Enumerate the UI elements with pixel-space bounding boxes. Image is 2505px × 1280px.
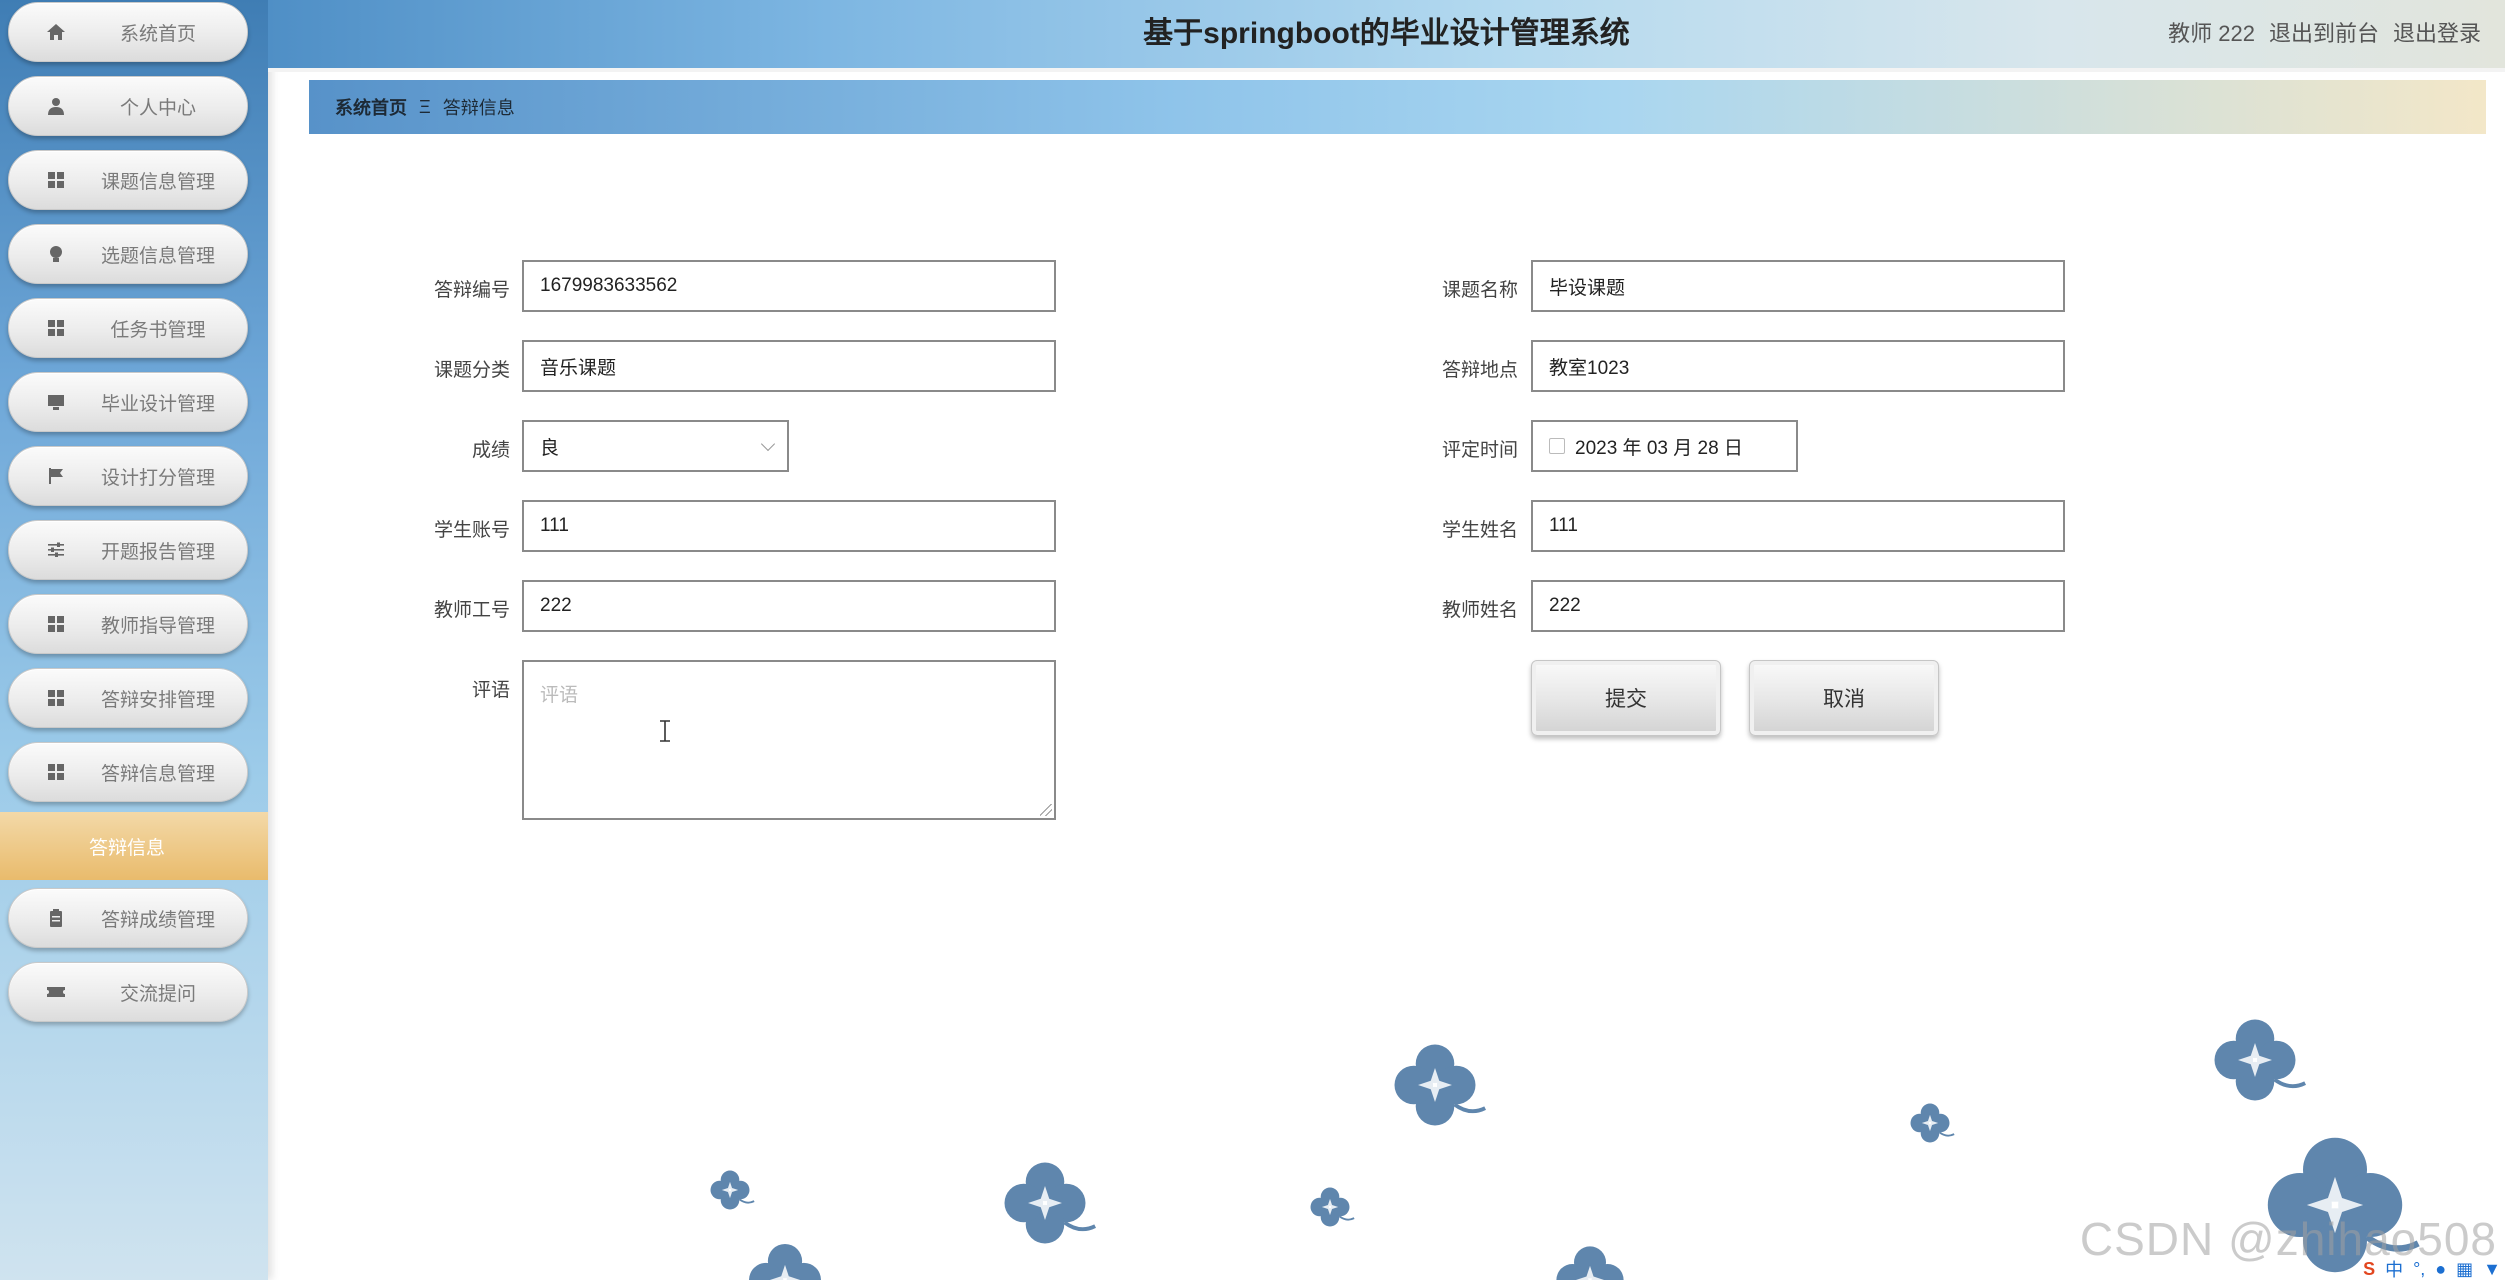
logout-link[interactable]: 退出登录 <box>2393 0 2481 68</box>
flag-icon <box>45 465 67 487</box>
grid-icon <box>45 613 67 635</box>
clover-decoration-icon <box>709 1169 756 1211</box>
defense-place-label: 答辩地点 <box>1441 360 1518 381</box>
sidebar-item-label: 毕业设计管理 <box>100 393 215 415</box>
student-account-input[interactable]: 111 <box>522 500 1056 552</box>
text-cursor-icon <box>660 720 670 742</box>
grade-select[interactable]: 良 <box>522 420 789 472</box>
student-name-input[interactable]: 111 <box>1531 500 2065 552</box>
ime-language: 中 <box>2385 1260 2404 1280</box>
breadcrumb: 系统首页 Ξ 答辩信息 <box>309 80 2486 134</box>
ticket-icon <box>45 981 67 1003</box>
clover-decoration-icon <box>1309 1186 1356 1228</box>
sidebar-item-design-scoring[interactable]: 设计打分管理 <box>8 446 248 506</box>
sidebar-item-label: 答辩信息管理 <box>100 763 215 785</box>
submit-button[interactable]: 提交 <box>1531 660 1721 736</box>
sidebar-item-defense-info-management[interactable]: 答辩信息管理 <box>8 742 248 802</box>
back-to-front-link[interactable]: 退出到前台 <box>2269 0 2379 68</box>
grid-icon <box>45 761 67 783</box>
microphone-icon: ● <box>2435 1258 2447 1279</box>
sidebar-item-label: 任务书管理 <box>110 319 206 341</box>
calendar-icon <box>1549 438 1565 454</box>
app-root: 系统首页 个人中心 课题信息管理 选题信息管理 任务书管理 毕业设计管理 设计打… <box>0 0 2505 1280</box>
clover-decoration-icon <box>1002 1160 1098 1246</box>
sidebar-item-label: 交流提问 <box>119 983 196 1005</box>
student-name-label: 学生姓名 <box>1441 520 1518 541</box>
cancel-button[interactable]: 取消 <box>1749 660 1939 736</box>
punctuation-icon: °, <box>2413 1258 2426 1279</box>
home-icon <box>45 21 67 43</box>
clover-decoration-icon <box>2212 1017 2308 1103</box>
sidebar-subitem-label: 答辩信息 <box>88 837 165 859</box>
sidebar-item-graduation-design[interactable]: 毕业设计管理 <box>8 372 248 432</box>
sidebar-item-label: 选题信息管理 <box>100 245 215 267</box>
header-user-area: 教师 222 退出到前台 退出登录 <box>2168 0 2481 68</box>
defense-no-label: 答辩编号 <box>433 280 510 301</box>
keyboard-icon: ▦ <box>2456 1258 2474 1279</box>
sidebar-item-label: 教师指导管理 <box>100 615 215 637</box>
sidebar-item-label: 设计打分管理 <box>100 467 215 489</box>
grid-icon <box>45 169 67 191</box>
comment-label: 评语 <box>471 680 510 701</box>
grade-selected-value: 良 <box>540 437 560 459</box>
grid-icon <box>45 317 67 339</box>
top-header: 基于springboot的毕业设计管理系统 教师 222 退出到前台 退出登录 <box>268 0 2505 72</box>
monitor-icon <box>45 391 67 413</box>
sidebar-item-home[interactable]: 系统首页 <box>8 2 248 62</box>
ime-toolbar[interactable]: S 中 °, ● ▦ ▼ <box>2363 1258 2505 1280</box>
topic-category-input[interactable]: 音乐课题 <box>522 340 1056 392</box>
ime-logo-icon: S <box>2363 1258 2376 1279</box>
teacher-name-label: 教师姓名 <box>1441 600 1518 621</box>
sidebar-item-label: 课题信息管理 <box>100 171 215 193</box>
bulb-icon <box>45 243 67 265</box>
sidebar-item-teacher-guidance[interactable]: 教师指导管理 <box>8 594 248 654</box>
eval-time-label: 评定时间 <box>1441 440 1518 461</box>
sidebar-item-task-book[interactable]: 任务书管理 <box>8 298 248 358</box>
sidebar-item-profile[interactable]: 个人中心 <box>8 76 248 136</box>
sliders-icon <box>45 539 67 561</box>
sidebar-subitem-defense-info[interactable]: 答辩信息 <box>0 812 268 880</box>
defense-place-input[interactable]: 教室1023 <box>1531 340 2065 392</box>
sidebar-item-label: 开题报告管理 <box>100 541 215 563</box>
sidebar-item-qa[interactable]: 交流提问 <box>8 962 248 1022</box>
breadcrumb-separator-icon: Ξ <box>419 96 431 117</box>
sidebar-item-defense-score[interactable]: 答辩成绩管理 <box>8 888 248 948</box>
comment-placeholder: 评语 <box>540 685 579 706</box>
clover-decoration-icon <box>1554 1244 1634 1280</box>
sidebar-item-label: 答辩成绩管理 <box>100 909 215 931</box>
sidebar: 系统首页 个人中心 课题信息管理 选题信息管理 任务书管理 毕业设计管理 设计打… <box>0 0 268 1280</box>
breadcrumb-home[interactable]: 系统首页 <box>335 94 407 120</box>
shirt-icon: ▼ <box>2483 1258 2501 1279</box>
breadcrumb-current: 答辩信息 <box>442 98 515 118</box>
eval-time-date-picker[interactable]: 2023 年 03 月 28 日 <box>1531 420 1798 472</box>
teacher-no-input[interactable]: 222 <box>522 580 1056 632</box>
sidebar-item-selection-info[interactable]: 选题信息管理 <box>8 224 248 284</box>
student-account-label: 学生账号 <box>433 520 510 541</box>
sidebar-item-topic-info[interactable]: 课题信息管理 <box>8 150 248 210</box>
defense-no-input[interactable]: 1679983633562 <box>522 260 1056 312</box>
current-user: 教师 222 <box>2168 21 2255 46</box>
resize-handle-icon[interactable] <box>1040 804 1052 816</box>
comment-textarea[interactable]: 评语 <box>522 660 1056 820</box>
sidebar-item-opening-report[interactable]: 开题报告管理 <box>8 520 248 580</box>
eval-time-value: 2023 年 03 月 28 日 <box>1575 437 1743 459</box>
user-icon <box>45 95 67 117</box>
teacher-no-label: 教师工号 <box>433 600 510 621</box>
sidebar-item-label: 答辩安排管理 <box>100 689 215 711</box>
clipboard-icon <box>45 907 67 929</box>
teacher-name-input[interactable]: 222 <box>1531 580 2065 632</box>
topic-name-input[interactable]: 毕设课题 <box>1531 260 2065 312</box>
topic-category-label: 课题分类 <box>433 360 510 381</box>
clover-decoration-icon <box>1392 1042 1488 1128</box>
sidebar-item-defense-arrangement[interactable]: 答辩安排管理 <box>8 668 248 728</box>
clover-decoration-icon <box>747 1242 832 1280</box>
clover-decoration-icon <box>1909 1102 1956 1144</box>
sidebar-item-label: 系统首页 <box>119 23 196 45</box>
topic-name-label: 课题名称 <box>1441 280 1518 301</box>
grid-icon <box>45 687 67 709</box>
sidebar-item-label: 个人中心 <box>119 97 196 119</box>
grade-label: 成绩 <box>471 440 510 461</box>
chevron-down-icon <box>760 436 776 452</box>
